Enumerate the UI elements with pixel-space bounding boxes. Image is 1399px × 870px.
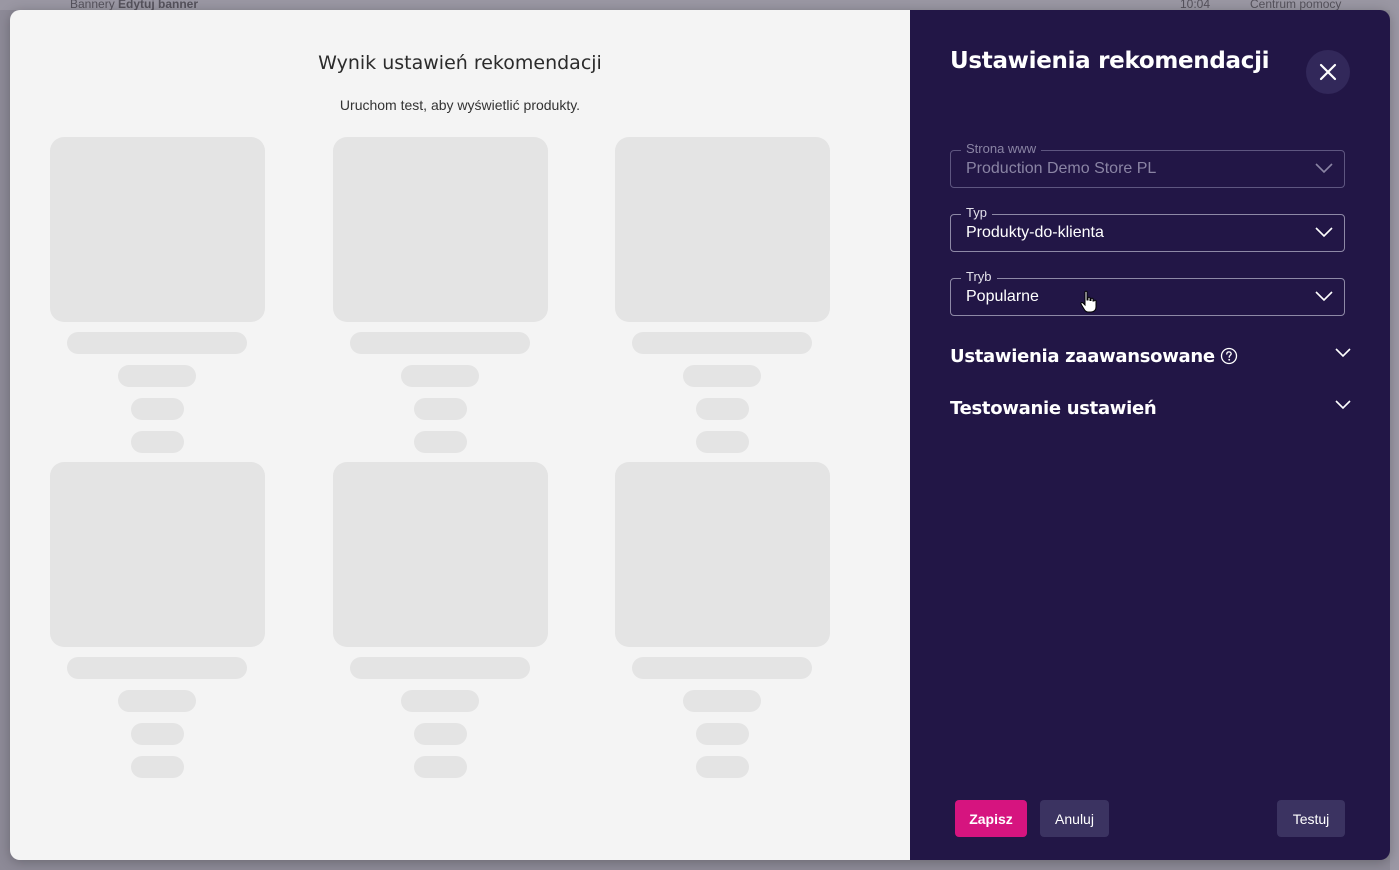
help-icon[interactable]: [1220, 347, 1238, 365]
close-icon: [1319, 63, 1337, 81]
placeholder-line: [118, 365, 196, 387]
placeholder-line: [414, 756, 467, 778]
placeholder-line: [696, 723, 749, 745]
settings-panel: Ustawienia rekomendacji Strona www Produ…: [910, 10, 1390, 860]
panel-title: Ustawienia rekomendacji: [950, 48, 1270, 74]
hand-pointer-icon: [1080, 290, 1097, 313]
product-placeholder: [333, 462, 548, 782]
placeholder-line: [118, 690, 196, 712]
placeholder-image: [50, 462, 265, 647]
preview-title: Wynik ustawień rekomendacji: [318, 52, 602, 74]
chevron-down-icon: [1315, 291, 1333, 302]
placeholder-image: [615, 137, 830, 322]
type-select[interactable]: Typ Produkty-do-klienta: [950, 206, 1345, 252]
placeholder-line: [350, 657, 530, 679]
placeholder-line: [632, 332, 812, 354]
preview-subtitle: Uruchom test, aby wyświetlić produkty.: [339, 97, 581, 113]
placeholder-line: [67, 332, 247, 354]
chevron-down-icon: [1335, 400, 1351, 410]
advanced-settings-toggle[interactable]: Ustawienia zaawansowane: [950, 341, 1352, 371]
product-placeholder: [615, 137, 830, 457]
type-select-label: Typ: [961, 206, 992, 220]
product-placeholder: [333, 137, 548, 457]
close-button[interactable]: [1306, 50, 1350, 94]
product-placeholder: [50, 137, 265, 457]
placeholder-image: [50, 137, 265, 322]
chevron-down-icon: [1315, 163, 1333, 174]
chevron-down-icon: [1315, 227, 1333, 238]
placeholder-line: [131, 756, 184, 778]
placeholder-line: [414, 398, 467, 420]
website-select[interactable]: Strona www Production Demo Store PL: [950, 142, 1345, 188]
settings-testing-toggle[interactable]: Testowanie ustawień: [950, 393, 1352, 423]
recommendation-settings-modal: Wynik ustawień rekomendacji Uruchom test…: [10, 10, 1390, 860]
placeholder-line: [414, 431, 467, 453]
placeholder-image: [333, 137, 548, 322]
placeholder-line: [131, 431, 184, 453]
background-header: Bannery Edytuj banner 10:04 Centrum pomo…: [0, 0, 1399, 11]
placeholder-line: [131, 723, 184, 745]
results-preview: Wynik ustawień rekomendacji Uruchom test…: [10, 10, 910, 860]
placeholder-line: [350, 332, 530, 354]
placeholder-line: [696, 431, 749, 453]
product-placeholder: [615, 462, 830, 782]
type-select-value: Produkty-do-klienta: [966, 224, 1104, 241]
placeholder-line: [67, 657, 247, 679]
placeholder-image: [333, 462, 548, 647]
placeholder-line: [401, 690, 479, 712]
placeholder-line: [414, 723, 467, 745]
settings-testing-title: Testowanie ustawień: [950, 397, 1157, 419]
website-select-label: Strona www: [961, 142, 1042, 156]
mode-select[interactable]: Tryb Popularne: [950, 270, 1345, 316]
placeholder-line: [131, 398, 184, 420]
placeholder-line: [683, 690, 761, 712]
advanced-settings-title: Ustawienia zaawansowane: [950, 345, 1215, 367]
placeholder-line: [632, 657, 812, 679]
cancel-button[interactable]: Anuluj: [1040, 800, 1109, 837]
placeholder-line: [696, 398, 749, 420]
placeholder-line: [696, 756, 749, 778]
mode-select-label: Tryb: [961, 270, 997, 284]
product-placeholder: [50, 462, 265, 782]
placeholder-image: [615, 462, 830, 647]
save-button[interactable]: Zapisz: [955, 800, 1027, 837]
placeholder-line: [401, 365, 479, 387]
placeholder-line: [683, 365, 761, 387]
test-button[interactable]: Testuj: [1277, 800, 1345, 837]
mode-select-value: Popularne: [966, 288, 1039, 305]
background-page-edge: [1390, 10, 1399, 870]
website-select-value: Production Demo Store PL: [966, 160, 1157, 177]
chevron-down-icon: [1335, 348, 1351, 358]
